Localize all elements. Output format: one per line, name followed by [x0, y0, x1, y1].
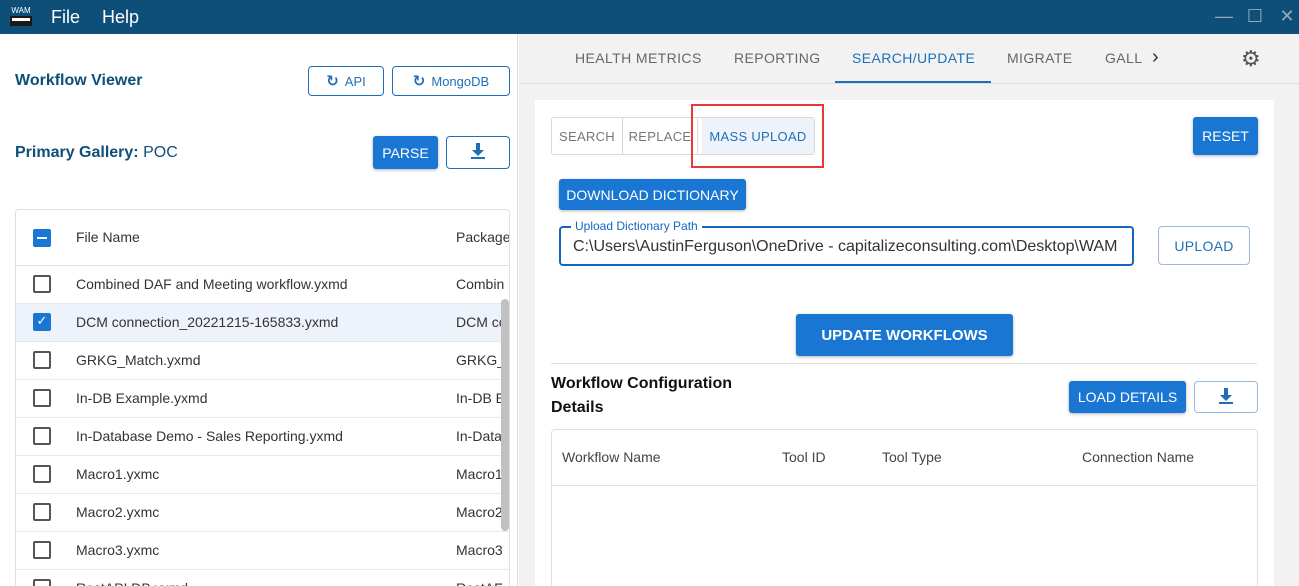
row-checkbox[interactable]	[33, 351, 51, 369]
package-cell: DCM co	[456, 314, 506, 330]
gear-icon[interactable]: ⚙	[1241, 46, 1261, 72]
checkmark-icon: ✓	[36, 313, 48, 328]
package-cell: Macro1	[456, 466, 503, 482]
tab-gallery[interactable]: GALL	[1105, 50, 1142, 66]
table-row[interactable]: Macro2.yxmc Macro2	[16, 494, 509, 532]
row-checkbox[interactable]	[33, 389, 51, 407]
column-file-name: File Name	[76, 229, 140, 245]
file-name-cell: Macro3.yxmc	[76, 542, 160, 558]
package-cell: In-Data	[456, 428, 502, 444]
file-name-cell: DCM connection_20221215-165833.yxmd	[76, 314, 339, 330]
upload-dictionary-path-label: Upload Dictionary Path	[571, 219, 702, 233]
primary-gallery: Primary Gallery: POC	[15, 144, 178, 162]
subtab-replace[interactable]: REPLACE	[623, 118, 698, 154]
table-row[interactable]: RestAPI DB.yxmd RestAF	[16, 570, 509, 586]
tab-reporting[interactable]: REPORTING	[734, 50, 821, 66]
table-header-divider	[552, 485, 1257, 486]
file-table: File Name Package Combined DAF and Meeti…	[15, 209, 510, 586]
column-tool-id: Tool ID	[782, 449, 826, 465]
workflow-viewer-panel: Workflow Viewer ↻ API ↻ MongoDB Primary …	[0, 34, 518, 586]
section-title-line-2: Details	[551, 399, 604, 416]
workflow-details-table: Workflow Name Tool ID Tool Type Connecti…	[551, 429, 1258, 586]
subtab-search[interactable]: SEARCH	[552, 118, 623, 154]
download-gallery-button[interactable]	[446, 136, 510, 169]
table-row[interactable]: In-DB Example.yxmd In-DB E	[16, 380, 509, 418]
file-name-cell: GRKG_Match.yxmd	[76, 352, 201, 368]
load-details-button[interactable]: LOAD DETAILS	[1069, 381, 1186, 413]
section-title-line-1: Workflow Configuration	[551, 375, 733, 392]
row-checkbox[interactable]: ✓	[33, 313, 51, 331]
api-button-label: API	[344, 73, 366, 89]
file-name-cell: Combined DAF and Meeting workflow.yxmd	[76, 276, 348, 292]
download-details-button[interactable]	[1194, 381, 1258, 413]
api-button[interactable]: ↻ API	[308, 66, 384, 96]
package-cell: RestAF	[456, 580, 506, 586]
row-checkbox[interactable]	[33, 275, 51, 293]
workflow-viewer-title: Workflow Viewer	[15, 72, 143, 89]
select-all-checkbox[interactable]	[33, 229, 51, 247]
table-row[interactable]: Macro1.yxmc Macro1	[16, 456, 509, 494]
download-icon	[1219, 387, 1233, 407]
primary-gallery-label: Primary Gallery:	[15, 144, 139, 161]
app-logo-text: WAM	[11, 6, 31, 15]
divider	[551, 363, 1257, 364]
tab-bar: HEALTH METRICS REPORTING SEARCH/UPDATE M…	[519, 34, 1299, 84]
table-row[interactable]: GRKG_Match.yxmd GRKG_	[16, 342, 509, 380]
table-row[interactable]: Combined DAF and Meeting workflow.yxmd Co…	[16, 266, 509, 304]
menu-file[interactable]: File	[51, 7, 80, 28]
minimize-icon[interactable]: —	[1214, 6, 1234, 26]
upload-dictionary-path-value: C:\Users\AustinFerguson\OneDrive - capit…	[573, 238, 1118, 255]
row-checkbox[interactable]	[33, 503, 51, 521]
refresh-icon: ↻	[326, 73, 339, 90]
active-tab-indicator	[835, 81, 991, 83]
mass-upload-card: SEARCH REPLACE MASS UPLOAD RESET DOWNLOA…	[535, 100, 1274, 586]
row-checkbox[interactable]	[33, 465, 51, 483]
file-name-cell: RestAPI DB.yxmd	[76, 580, 188, 586]
file-table-scrollbar[interactable]	[501, 299, 509, 531]
table-row[interactable]: In-Database Demo - Sales Reporting.yxmd I…	[16, 418, 509, 456]
mongodb-button-label: MongoDB	[431, 73, 490, 89]
refresh-icon: ↻	[412, 73, 426, 90]
package-cell: GRKG_	[456, 352, 506, 368]
file-table-header: File Name Package	[16, 210, 510, 266]
menu-help[interactable]: Help	[102, 7, 139, 28]
tab-health-metrics[interactable]: HEALTH METRICS	[575, 50, 702, 66]
chevron-right-icon[interactable]: ›	[1152, 46, 1159, 69]
main-panel: HEALTH METRICS REPORTING SEARCH/UPDATE M…	[519, 34, 1299, 586]
row-checkbox[interactable]	[33, 427, 51, 445]
highlight-box	[691, 104, 824, 168]
file-name-cell: In-DB Example.yxmd	[76, 390, 208, 406]
workflow-configuration-details-title: Workflow Configuration Details	[551, 372, 732, 420]
file-name-cell: In-Database Demo - Sales Reporting.yxmd	[76, 428, 343, 444]
file-name-cell: Macro1.yxmc	[76, 466, 160, 482]
tab-search-update[interactable]: SEARCH/UPDATE	[852, 50, 975, 66]
table-row[interactable]: ✓ DCM connection_20221215-165833.yxmd DCM …	[16, 304, 509, 342]
maximize-icon[interactable]: ☐	[1245, 6, 1265, 26]
upload-dictionary-path-field[interactable]: Upload Dictionary Path C:\Users\AustinFe…	[559, 219, 1134, 266]
file-name-cell: Macro2.yxmc	[76, 504, 160, 520]
package-cell: Macro3	[456, 542, 503, 558]
title-bar: WAM File Help — ☐ ✕	[0, 0, 1299, 34]
package-cell: Macro2	[456, 504, 503, 520]
upload-button[interactable]: UPLOAD	[1158, 226, 1250, 265]
row-checkbox[interactable]	[33, 541, 51, 559]
table-row[interactable]: Macro3.yxmc Macro3	[16, 532, 509, 570]
update-workflows-button[interactable]: UPDATE WORKFLOWS	[796, 314, 1013, 356]
primary-gallery-value: POC	[143, 144, 178, 161]
download-dictionary-button[interactable]: DOWNLOAD DICTIONARY	[559, 179, 746, 210]
column-package: Package	[456, 229, 510, 245]
mongodb-button[interactable]: ↻ MongoDB	[392, 66, 510, 96]
package-cell: In-DB E	[456, 390, 506, 406]
package-cell: Combin	[456, 276, 505, 292]
parse-button[interactable]: PARSE	[373, 136, 438, 169]
tab-migrate[interactable]: MIGRATE	[1007, 50, 1073, 66]
close-icon[interactable]: ✕	[1277, 6, 1297, 26]
column-tool-type: Tool Type	[882, 449, 942, 465]
column-workflow-name: Workflow Name	[562, 449, 661, 465]
column-connection-name: Connection Name	[1082, 449, 1195, 465]
row-checkbox[interactable]	[33, 579, 51, 586]
app-logo-icon: WAM	[8, 4, 34, 28]
download-icon	[471, 143, 485, 162]
reset-button[interactable]: RESET	[1193, 117, 1258, 155]
